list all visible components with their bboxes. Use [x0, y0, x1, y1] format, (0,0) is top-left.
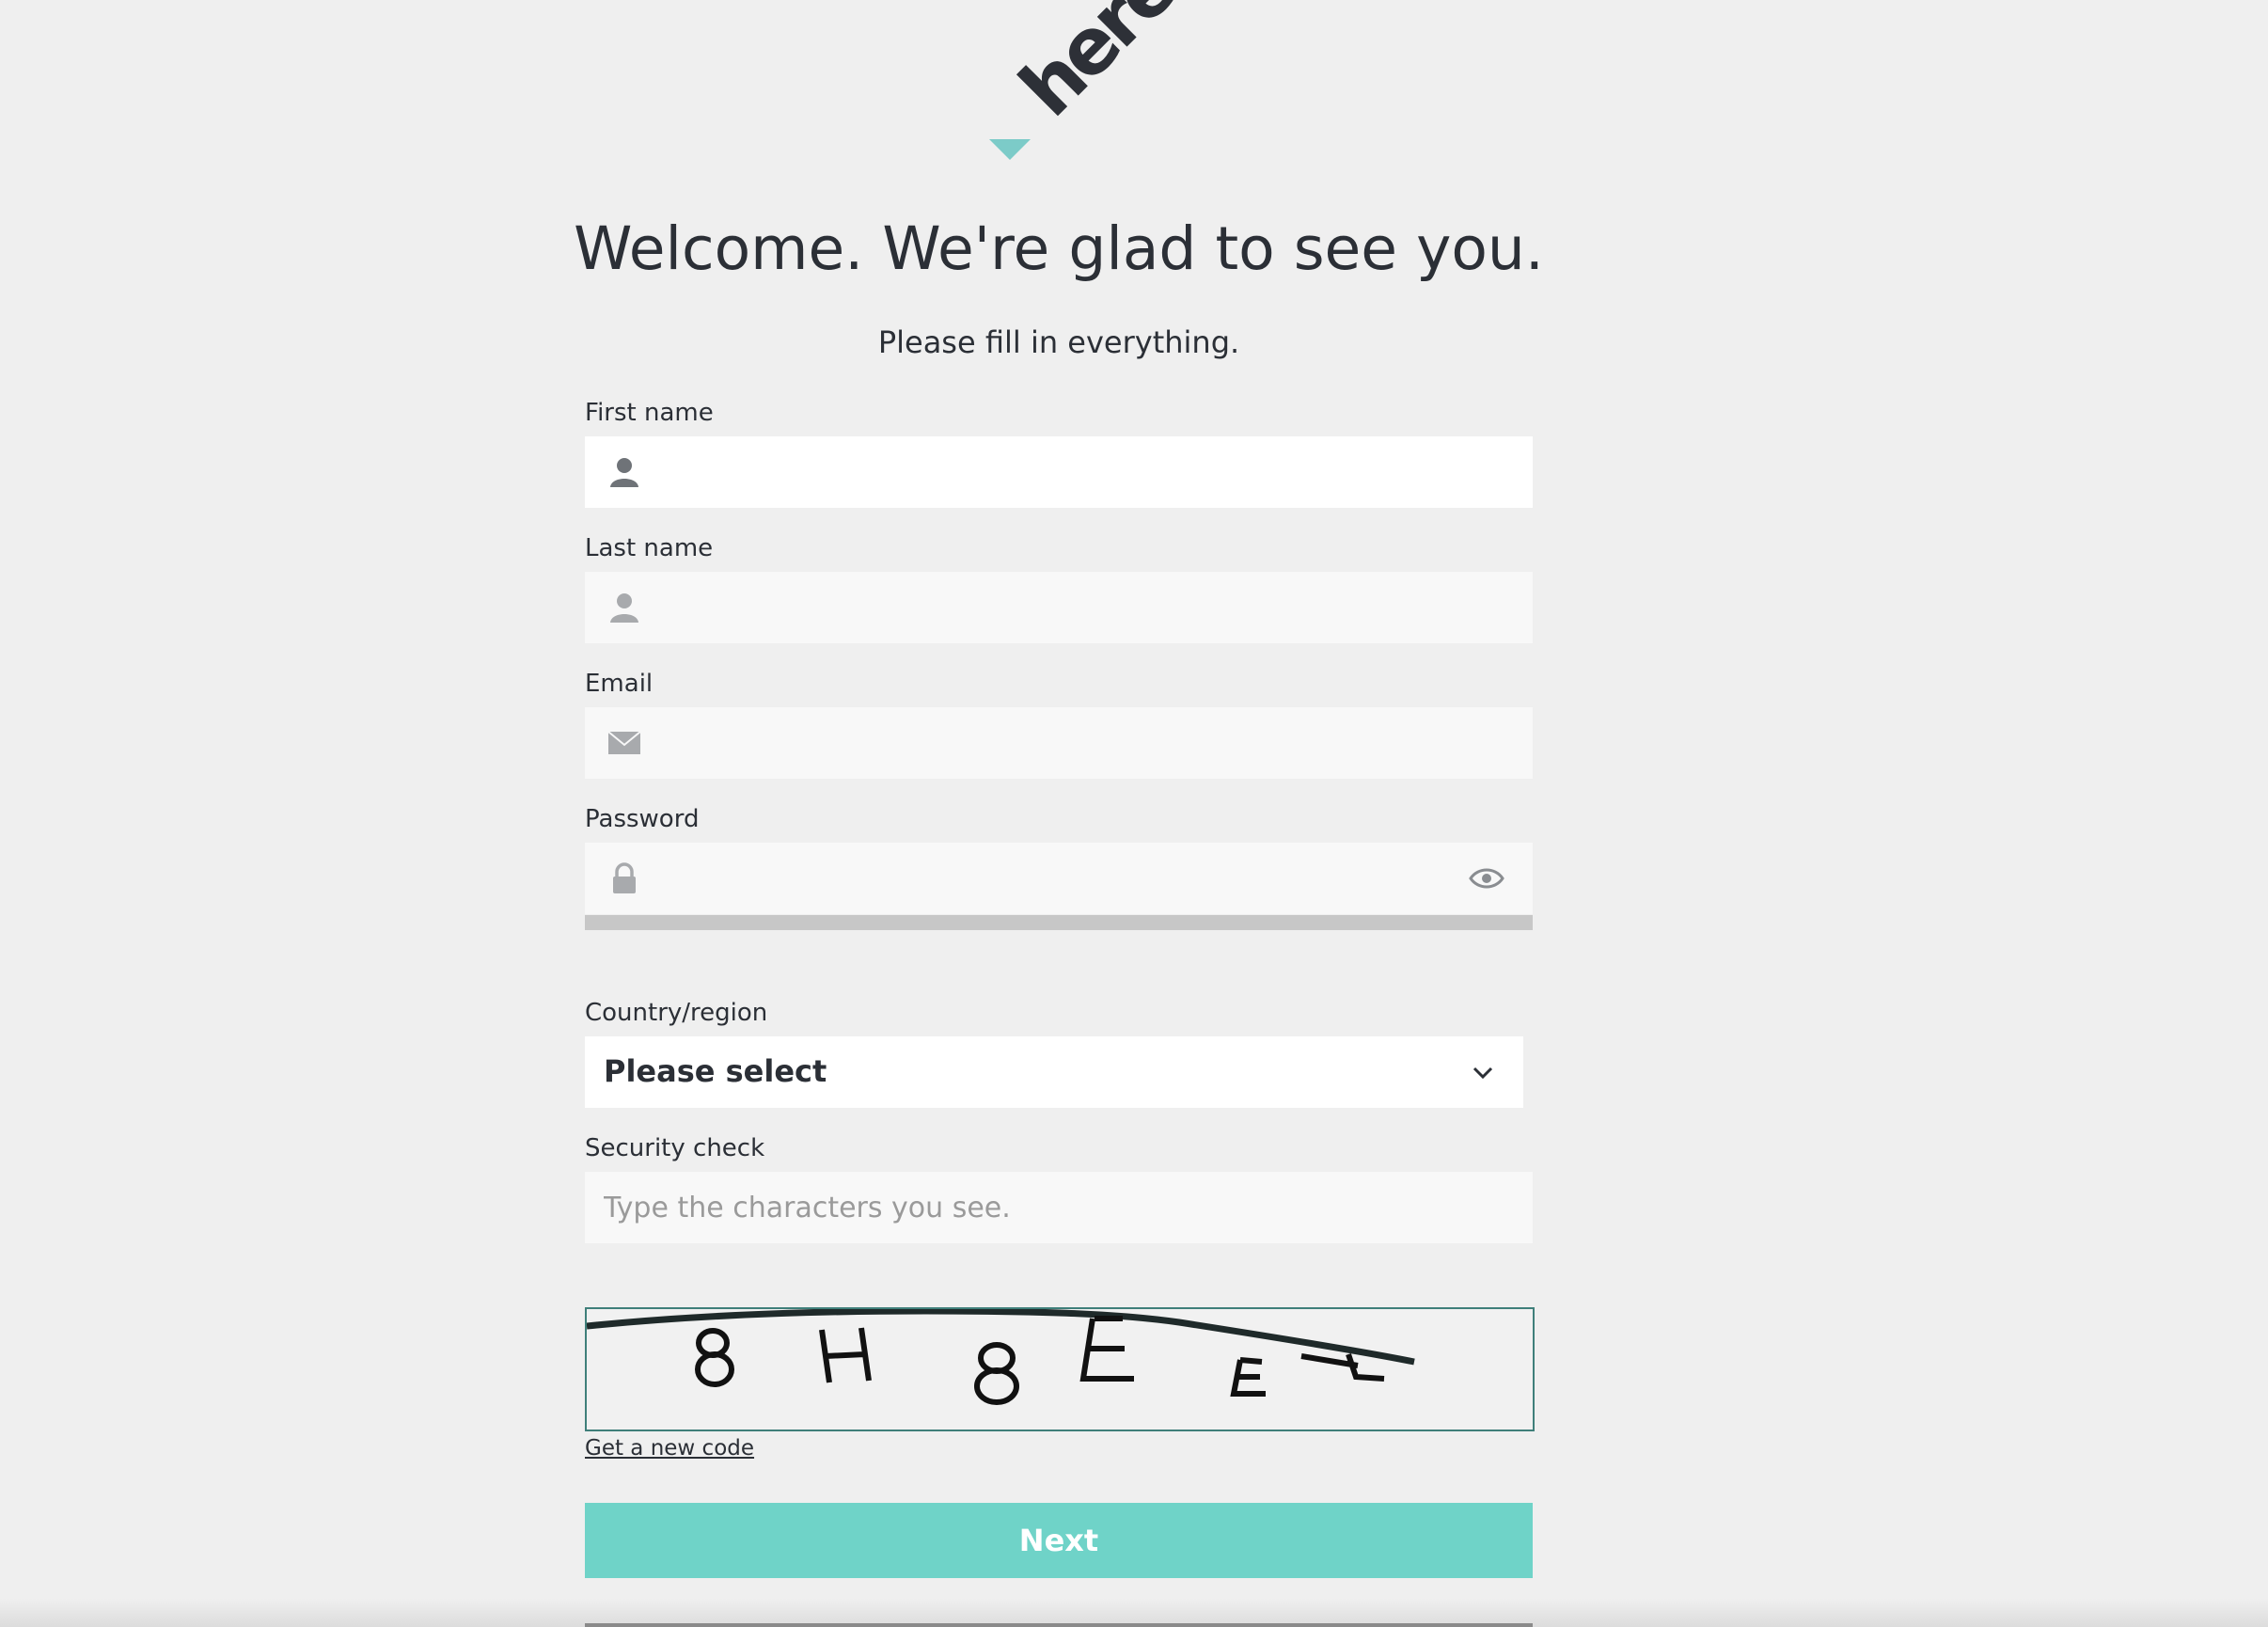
country-selected-value: Please select — [604, 1053, 827, 1089]
first-name-input[interactable] — [656, 436, 1457, 508]
page-subtitle: Please fill in everything. — [877, 324, 1240, 360]
here-logo: here — [987, 0, 1193, 164]
security-check-field[interactable] — [585, 1172, 1533, 1243]
country-select[interactable]: Please select — [585, 1036, 1523, 1108]
new-code-link[interactable]: Get a new code — [585, 1436, 754, 1461]
email-label: Email — [585, 670, 654, 698]
captcha-graphic — [586, 1307, 1415, 1405]
last-name-input[interactable] — [656, 572, 1457, 643]
password-input[interactable] — [656, 843, 1457, 914]
password-strength-bar — [585, 915, 1533, 930]
logo-wordmark: here — [1003, 0, 1193, 134]
email-field[interactable] — [585, 707, 1533, 779]
last-name-field[interactable] — [585, 572, 1533, 643]
next-button[interactable]: Next — [585, 1503, 1533, 1578]
country-label: Country/region — [585, 999, 768, 1027]
bottom-divider — [585, 1623, 1533, 1627]
eye-icon[interactable] — [1469, 863, 1504, 893]
password-label: Password — [585, 805, 700, 833]
email-input[interactable] — [656, 707, 1457, 779]
captcha-input[interactable] — [604, 1172, 1514, 1243]
person-icon — [610, 593, 638, 623]
first-name-label: First name — [585, 399, 714, 427]
lock-icon — [613, 862, 636, 893]
logo-triangle — [989, 139, 1031, 160]
envelope-icon — [607, 731, 641, 754]
password-field[interactable] — [585, 843, 1533, 914]
chevron-down-icon — [1473, 1066, 1493, 1080]
captcha-image — [585, 1307, 1535, 1431]
first-name-field[interactable] — [585, 436, 1533, 508]
security-check-label: Security check — [585, 1134, 765, 1162]
page-title: Welcome. We're glad to see you. — [574, 214, 1544, 283]
person-icon — [610, 458, 638, 487]
last-name-label: Last name — [585, 534, 714, 562]
